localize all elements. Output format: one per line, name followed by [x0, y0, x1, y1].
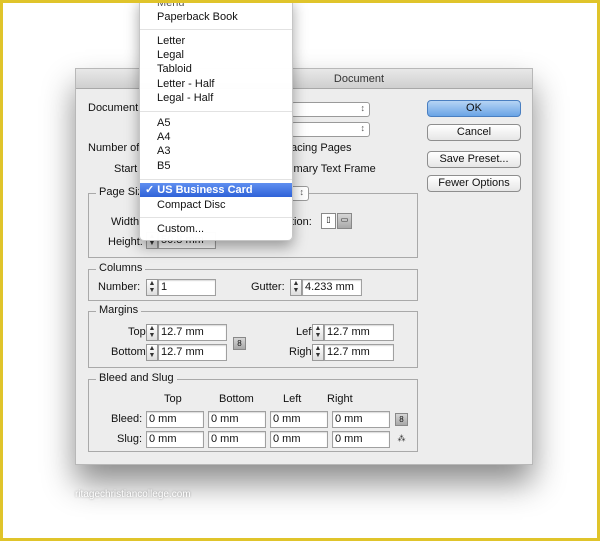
bottom-margin-input[interactable]: 12.7 mm — [158, 344, 227, 361]
ok-button[interactable]: OK — [427, 100, 521, 117]
number-input[interactable]: 1 — [158, 279, 216, 296]
menu-item-a3[interactable]: A3 — [140, 144, 292, 158]
bottom-margin-label: Bottom: — [111, 346, 149, 358]
number-stepper[interactable]: ▲ ▼ — [146, 279, 158, 296]
menu-separator — [140, 29, 292, 30]
checkmark-icon: ✓ — [145, 184, 155, 196]
height-label: Height: — [108, 236, 143, 248]
menu-item-letter[interactable]: Letter — [140, 34, 292, 48]
right-margin-input[interactable]: 12.7 mm — [324, 344, 394, 361]
header-left: Left — [283, 393, 302, 405]
header-right: Right — [327, 393, 353, 405]
header-top: Top — [164, 393, 182, 405]
link-slug-chain-icon[interactable]: ⁂ — [395, 433, 408, 446]
menu-item-legal[interactable]: Legal — [140, 48, 292, 62]
save-preset-button[interactable]: Save Preset... — [427, 151, 521, 168]
menu-item-label: US Business Card — [157, 184, 253, 196]
menu-item-paperback-book[interactable]: Paperback Book — [140, 10, 292, 24]
margins-group: Margins Top: ▲ ▼ 12.7 mm Bottom: ▲ ▼ 12.7 … — [88, 304, 418, 368]
menu-item-b5[interactable]: B5 — [140, 159, 292, 173]
top-margin-stepper[interactable]: ▲ ▼ — [146, 324, 158, 341]
menu-item-us-business-card[interactable]: ✓ US Business Card — [140, 183, 292, 197]
bottom-margin-stepper[interactable]: ▲ ▼ — [146, 344, 158, 361]
link-bleed-chain-icon[interactable]: 8 — [395, 413, 408, 426]
fewer-options-button[interactable]: Fewer Options — [427, 175, 521, 192]
bleed-left-input[interactable]: 0 mm — [270, 411, 328, 428]
landscape-orientation-icon[interactable]: ▭ — [337, 213, 352, 229]
columns-label: Columns — [96, 262, 146, 274]
menu-item-letter-half[interactable]: Letter - Half — [140, 77, 292, 91]
gutter-label: Gutter: — [251, 281, 285, 293]
top-margin-input[interactable]: 12.7 mm — [158, 324, 227, 341]
number-label: Number: — [98, 281, 141, 293]
page-size-dropdown-menu: Menu Paperback Book Letter Legal Tabloid… — [139, 0, 293, 241]
menu-item-custom[interactable]: Custom... — [140, 222, 292, 236]
bleed-and-slug-label: Bleed and Slug — [96, 372, 177, 384]
menu-item-menu[interactable]: Menu — [140, 0, 292, 10]
portrait-orientation-icon[interactable]: ▯ — [321, 213, 336, 229]
bleed-right-input[interactable]: 0 mm — [332, 411, 390, 428]
slug-label: Slug: — [117, 433, 143, 445]
cancel-button[interactable]: Cancel — [427, 124, 521, 141]
margins-label: Margins — [96, 304, 142, 316]
gutter-input[interactable]: 4.233 mm — [302, 279, 362, 296]
menu-item-a4[interactable]: A4 — [140, 130, 292, 144]
watermark: ritagechristiancollege.com — [75, 489, 191, 500]
bleed-and-slug-group: Bleed and Slug Top Bottom Left Right Ble… — [88, 372, 418, 452]
slug-bottom-input[interactable]: 0 mm — [208, 431, 266, 448]
header-bottom: Bottom — [219, 393, 254, 405]
menu-item-a5[interactable]: A5 — [140, 116, 292, 130]
link-margins-chain-icon[interactable]: 8 — [233, 337, 246, 350]
left-margin-stepper[interactable]: ▲ ▼ — [312, 324, 324, 341]
bleed-top-input[interactable]: 0 mm — [146, 411, 204, 428]
width-label: Width — [111, 216, 140, 228]
slug-left-input[interactable]: 0 mm — [270, 431, 328, 448]
menu-separator — [140, 217, 292, 218]
start-page-label: Start — [114, 163, 138, 175]
slug-right-input[interactable]: 0 mm — [332, 431, 390, 448]
gutter-stepper[interactable]: ▲ ▼ — [290, 279, 302, 296]
intent-select[interactable] — [291, 122, 370, 137]
dialog-title: Document — [333, 73, 385, 85]
right-margin-stepper[interactable]: ▲ ▼ — [312, 344, 324, 361]
document-preset-label: Document — [88, 102, 139, 114]
document-preset-select[interactable] — [291, 102, 370, 117]
primary-text-frame-label[interactable]: imary Text Frame — [291, 163, 376, 175]
facing-pages-label[interactable]: acing Pages — [291, 142, 352, 154]
slug-top-input[interactable]: 0 mm — [146, 431, 204, 448]
menu-item-legal-half[interactable]: Legal - Half — [140, 91, 292, 105]
bleed-bottom-input[interactable]: 0 mm — [208, 411, 266, 428]
bleed-label: Bleed: — [111, 413, 143, 425]
menu-item-compact-disc[interactable]: Compact Disc — [140, 198, 292, 212]
number-of-pages-label: Number of — [88, 142, 140, 154]
menu-separator — [140, 179, 292, 180]
menu-item-tabloid[interactable]: Tabloid — [140, 62, 292, 76]
orientation-label: tion: — [291, 216, 312, 228]
left-margin-input[interactable]: 12.7 mm — [324, 324, 394, 341]
columns-group: Columns Number: ▲ ▼ 1 Gutter: ▲ ▼ 4.233 mm — [88, 262, 418, 301]
menu-separator — [140, 111, 292, 112]
